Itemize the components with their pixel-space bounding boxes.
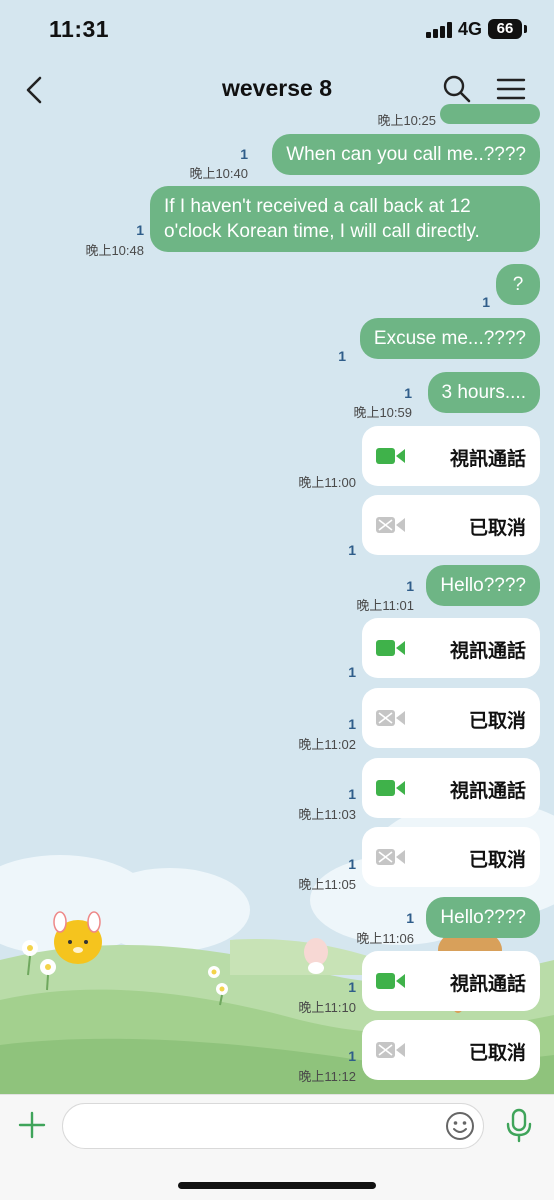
- microphone-icon[interactable]: [504, 1107, 534, 1143]
- message-bubble[interactable]: 3 hours....: [427, 372, 540, 413]
- read-count: 1: [482, 294, 490, 310]
- read-count: 1: [136, 222, 144, 238]
- read-count: 1: [348, 979, 356, 995]
- cancelled-call-card[interactable]: 已取消: [362, 1020, 540, 1080]
- read-count: 1: [240, 146, 248, 162]
- read-count: 1: [348, 786, 356, 802]
- cancelled-call-card[interactable]: 已取消: [362, 495, 540, 555]
- call-label: 視訊通話: [449, 781, 526, 802]
- call-label: 視訊通話: [449, 449, 526, 470]
- video-camera-off-icon: [376, 1042, 405, 1058]
- call-label: 已取消: [468, 518, 526, 539]
- video-camera-icon: [376, 780, 405, 796]
- video-camera-off-icon: [376, 849, 405, 865]
- message-time: 晚上10:40: [189, 166, 248, 181]
- message-time: 晚上10:59: [353, 405, 412, 420]
- call-label: 視訊通話: [449, 641, 526, 662]
- message-time: 晚上11:01: [356, 598, 414, 613]
- read-count: 1: [348, 1048, 356, 1064]
- chat-screen: 11:31 4G 66 weverse 8 晚上10:25 When can y…: [0, 0, 554, 1200]
- read-count: 1: [406, 910, 414, 926]
- video-camera-icon: [376, 448, 405, 464]
- message-bubble[interactable]: Hello????: [426, 565, 540, 606]
- video-call-card[interactable]: 視訊通話: [362, 618, 540, 678]
- message-input[interactable]: [62, 1103, 484, 1149]
- message-bubble[interactable]: If I haven't received a call back at 12 …: [150, 186, 540, 252]
- plus-icon[interactable]: [16, 1109, 48, 1141]
- read-count: 1: [404, 385, 412, 401]
- message-time: 晚上11:02: [298, 737, 356, 752]
- video-camera-off-icon: [376, 517, 405, 533]
- video-camera-icon: [376, 973, 405, 989]
- call-label: 視訊通話: [449, 974, 526, 995]
- message-list[interactable]: 晚上10:25 When can you call me..???? 1 晚上1…: [0, 0, 554, 1094]
- message-bubble[interactable]: ?: [496, 264, 540, 305]
- video-call-card[interactable]: 視訊通話: [362, 951, 540, 1011]
- message-time: 晚上10:25: [377, 113, 436, 128]
- video-camera-icon: [376, 640, 405, 656]
- video-camera-off-icon: [376, 710, 405, 726]
- home-indicator[interactable]: [178, 1182, 376, 1189]
- read-count: 1: [348, 664, 356, 680]
- message-bubble[interactable]: Excuse me...????: [359, 318, 540, 359]
- call-label: 已取消: [468, 711, 526, 732]
- call-label: 已取消: [468, 850, 526, 871]
- emoji-icon[interactable]: [444, 1110, 476, 1142]
- read-count: 1: [338, 348, 346, 364]
- read-count: 1: [348, 856, 356, 872]
- message-time: 晚上11:10: [298, 1000, 356, 1015]
- cancelled-call-card[interactable]: 已取消: [362, 827, 540, 887]
- message-bubble-partial[interactable]: [440, 104, 540, 124]
- cancelled-call-card[interactable]: 已取消: [362, 688, 540, 748]
- message-bubble[interactable]: When can you call me..????: [272, 134, 540, 175]
- message-time: 晚上10:48: [85, 243, 144, 258]
- read-count: 1: [348, 542, 356, 558]
- call-label: 已取消: [468, 1043, 526, 1064]
- video-call-card[interactable]: 視訊通話: [362, 758, 540, 818]
- message-bubble[interactable]: Hello????: [426, 897, 540, 938]
- message-time: 晚上11:05: [298, 877, 356, 892]
- message-line: o'clock Korean time, I will call directl…: [164, 221, 480, 242]
- message-line: If I haven't received a call back at 12: [164, 196, 471, 217]
- message-time: 晚上11:06: [356, 931, 414, 946]
- read-count: 1: [348, 716, 356, 732]
- message-time: 晚上11:12: [298, 1069, 356, 1084]
- message-time: 晚上11:00: [298, 475, 356, 490]
- message-time: 晚上11:03: [298, 807, 356, 822]
- read-count: 1: [406, 578, 414, 594]
- video-call-card[interactable]: 視訊通話: [362, 426, 540, 486]
